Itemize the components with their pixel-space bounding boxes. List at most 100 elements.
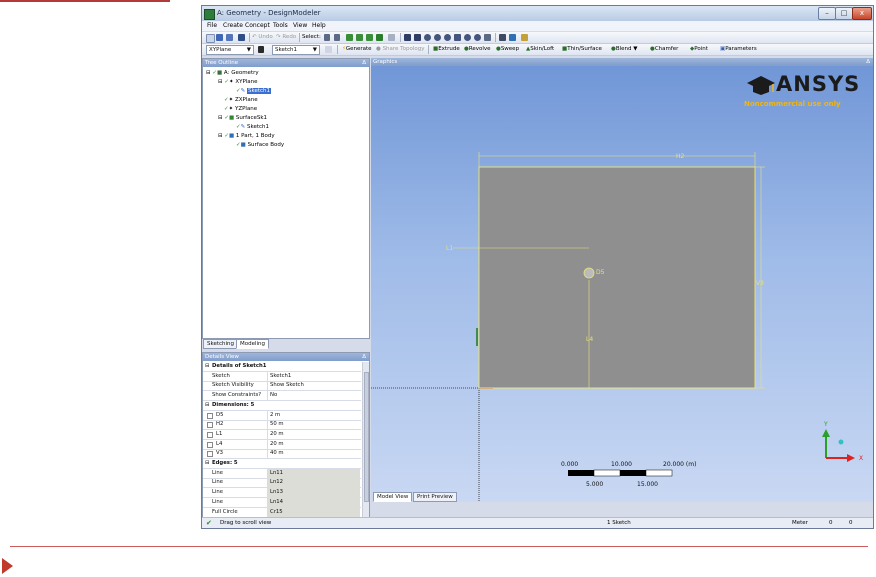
zoom-fit-icon[interactable] xyxy=(464,34,471,41)
save-icon[interactable] xyxy=(216,34,223,41)
export-icon[interactable] xyxy=(226,34,233,41)
details-row[interactable]: Show Constraints? No xyxy=(203,391,361,402)
blend-button[interactable]: ●Blend ▼ xyxy=(611,46,637,52)
collapse-icon[interactable]: ⊟ xyxy=(205,459,209,468)
select-mode-icon[interactable] xyxy=(324,34,330,41)
generate-button[interactable]: ⚡Generate xyxy=(342,46,372,52)
undo-button[interactable]: ↶ Undo xyxy=(252,34,273,40)
details-row[interactable]: L4 20 m xyxy=(203,439,361,450)
details-row[interactable]: Line Ln11 xyxy=(203,468,361,479)
minimize-button[interactable]: – xyxy=(818,7,836,20)
edge-filter-icon[interactable] xyxy=(356,34,363,41)
menu-file[interactable]: File xyxy=(207,22,217,29)
tree-item-yzplane[interactable]: ✓✦ YZPlane xyxy=(224,106,257,113)
tree-item-surface-body[interactable]: ✓■ Surface Body xyxy=(236,142,284,149)
face-filter-icon[interactable] xyxy=(366,34,373,41)
skin-loft-button[interactable]: ▲Skin/Loft xyxy=(526,46,554,52)
tree-item-sketch1[interactable]: ✓✎ Sketch1 xyxy=(236,88,271,95)
details-row-value[interactable]: 40 m xyxy=(267,449,360,459)
details-section-header[interactable]: ⊟ Dimensions: 5 xyxy=(203,401,361,411)
parameter-checkbox[interactable] xyxy=(207,441,213,448)
plane-dropdown[interactable]: XYPlane ▼ xyxy=(206,45,254,55)
collapse-icon[interactable]: ⊟ xyxy=(205,362,209,371)
sweep-button[interactable]: ●Sweep xyxy=(496,46,519,52)
zoom-out-icon[interactable] xyxy=(444,34,451,41)
collapse-icon[interactable]: ⊟ xyxy=(218,133,223,139)
extrude-button[interactable]: ■Extrude xyxy=(433,46,460,52)
tab-model-view[interactable]: Model View xyxy=(373,492,413,502)
details-row[interactable]: Full Circle Cr15 xyxy=(203,507,361,518)
close-button[interactable]: x xyxy=(852,7,872,20)
tree-item-geometry[interactable]: ⊟ ✓■ A: Geometry xyxy=(206,70,259,77)
collapse-icon[interactable]: ⊟ xyxy=(218,115,223,121)
parameter-checkbox[interactable] xyxy=(207,422,213,429)
menu-help[interactable]: Help xyxy=(312,22,326,29)
point-button[interactable]: ◆Point xyxy=(690,46,708,52)
maximize-button[interactable]: □ xyxy=(835,7,853,20)
parameter-checkbox[interactable] xyxy=(207,451,213,458)
redo-button[interactable]: ↷ Redo xyxy=(276,34,296,40)
menu-tools[interactable]: Tools xyxy=(273,22,288,29)
menu-create[interactable]: Create xyxy=(223,22,243,29)
parameter-checkbox[interactable] xyxy=(207,412,213,419)
new-sketch-icon[interactable] xyxy=(325,46,332,53)
details-row-value[interactable]: 50 m xyxy=(267,420,360,430)
details-row-value[interactable]: No xyxy=(267,391,360,401)
rotate-icon[interactable] xyxy=(404,34,411,41)
body-filter-icon[interactable] xyxy=(376,34,383,41)
menu-view[interactable]: View xyxy=(293,22,307,29)
point-filter-icon[interactable] xyxy=(346,34,353,41)
magnifier-icon[interactable] xyxy=(474,34,481,41)
details-row[interactable]: Line Ln12 xyxy=(203,478,361,489)
sketch-canvas[interactable]: H2 V3 L1 L4 D5 0.000 10.000 20.000 (m) 5… xyxy=(371,66,873,502)
parameter-checkbox[interactable] xyxy=(207,431,213,438)
details-row-value[interactable]: Ln13 xyxy=(267,488,360,498)
details-row[interactable]: Line Ln13 xyxy=(203,488,361,499)
graphics-viewport[interactable]: GraphicsΔ ANSYS Noncommercial use only xyxy=(371,58,873,502)
details-row-value[interactable]: Ln11 xyxy=(267,468,360,478)
chamfer-button[interactable]: ●Chamfer xyxy=(650,46,678,52)
details-row[interactable]: Line Ln14 xyxy=(203,497,361,508)
revolve-button[interactable]: ●Revolve xyxy=(464,46,491,52)
tree-item-xyplane[interactable]: ⊟ ✓✦ XYPlane xyxy=(218,79,258,86)
thin-surface-button[interactable]: ■Thin/Surface xyxy=(562,46,602,52)
screenshot-icon[interactable] xyxy=(238,34,245,41)
pan-icon[interactable] xyxy=(414,34,421,41)
details-row-value[interactable]: 2 m xyxy=(267,410,360,420)
details-row-value[interactable]: Show Sketch xyxy=(267,381,360,391)
details-row[interactable]: V3 40 m xyxy=(203,449,361,460)
details-row[interactable]: Sketch Visibility Show Sketch xyxy=(203,381,361,392)
details-scrollbar[interactable] xyxy=(362,362,369,518)
tab-sketching[interactable]: Sketching xyxy=(203,339,239,349)
pin-icon[interactable]: Δ xyxy=(362,353,366,361)
details-row-value[interactable]: Cr15 xyxy=(267,507,360,517)
details-row-value[interactable]: Sketch1 xyxy=(267,371,360,381)
menu-concept[interactable]: Concept xyxy=(245,22,270,29)
new-plane-icon[interactable] xyxy=(258,46,264,53)
details-scrollbar-thumb[interactable] xyxy=(364,372,369,502)
collapse-icon[interactable]: ⊟ xyxy=(205,401,209,410)
sketch-dropdown[interactable]: Sketch1 ▼ xyxy=(272,45,320,55)
zoom-icon[interactable] xyxy=(424,34,431,41)
details-row-value[interactable]: 20 m xyxy=(267,439,360,449)
status-units[interactable]: Meter xyxy=(792,520,808,526)
details-row[interactable]: H2 50 m xyxy=(203,420,361,431)
details-row[interactable]: Sketch Sketch1 xyxy=(203,371,361,382)
tree-item-zxplane[interactable]: ✓✦ ZXPlane xyxy=(224,97,258,104)
named-selection-icon[interactable] xyxy=(521,34,528,41)
tree-item-parts[interactable]: ⊟ ✓■ 1 Part, 1 Body xyxy=(218,133,275,140)
iso-view-icon[interactable] xyxy=(484,34,491,41)
display-model-icon[interactable] xyxy=(509,34,516,41)
parameters-button[interactable]: ▣Parameters xyxy=(720,46,757,52)
details-row[interactable]: L1 20 m xyxy=(203,429,361,440)
details-row-value[interactable]: Ln12 xyxy=(267,478,360,488)
tree-item-sketch1-sub[interactable]: ✓✎ Sketch1 xyxy=(236,124,269,131)
axis-triad-icon[interactable] xyxy=(499,34,506,41)
details-row-value[interactable]: 20 m xyxy=(267,429,360,439)
share-topology-button[interactable]: ● Share Topology xyxy=(376,46,424,52)
collapse-icon[interactable]: ⊟ xyxy=(218,79,223,85)
collapse-icon[interactable]: ⊟ xyxy=(206,70,211,76)
details-row-value[interactable]: Ln14 xyxy=(267,497,360,507)
details-section-header[interactable]: ⊟ Edges: 5 xyxy=(203,459,361,469)
details-section-header[interactable]: ⊟ Details of Sketch1 xyxy=(203,362,361,372)
